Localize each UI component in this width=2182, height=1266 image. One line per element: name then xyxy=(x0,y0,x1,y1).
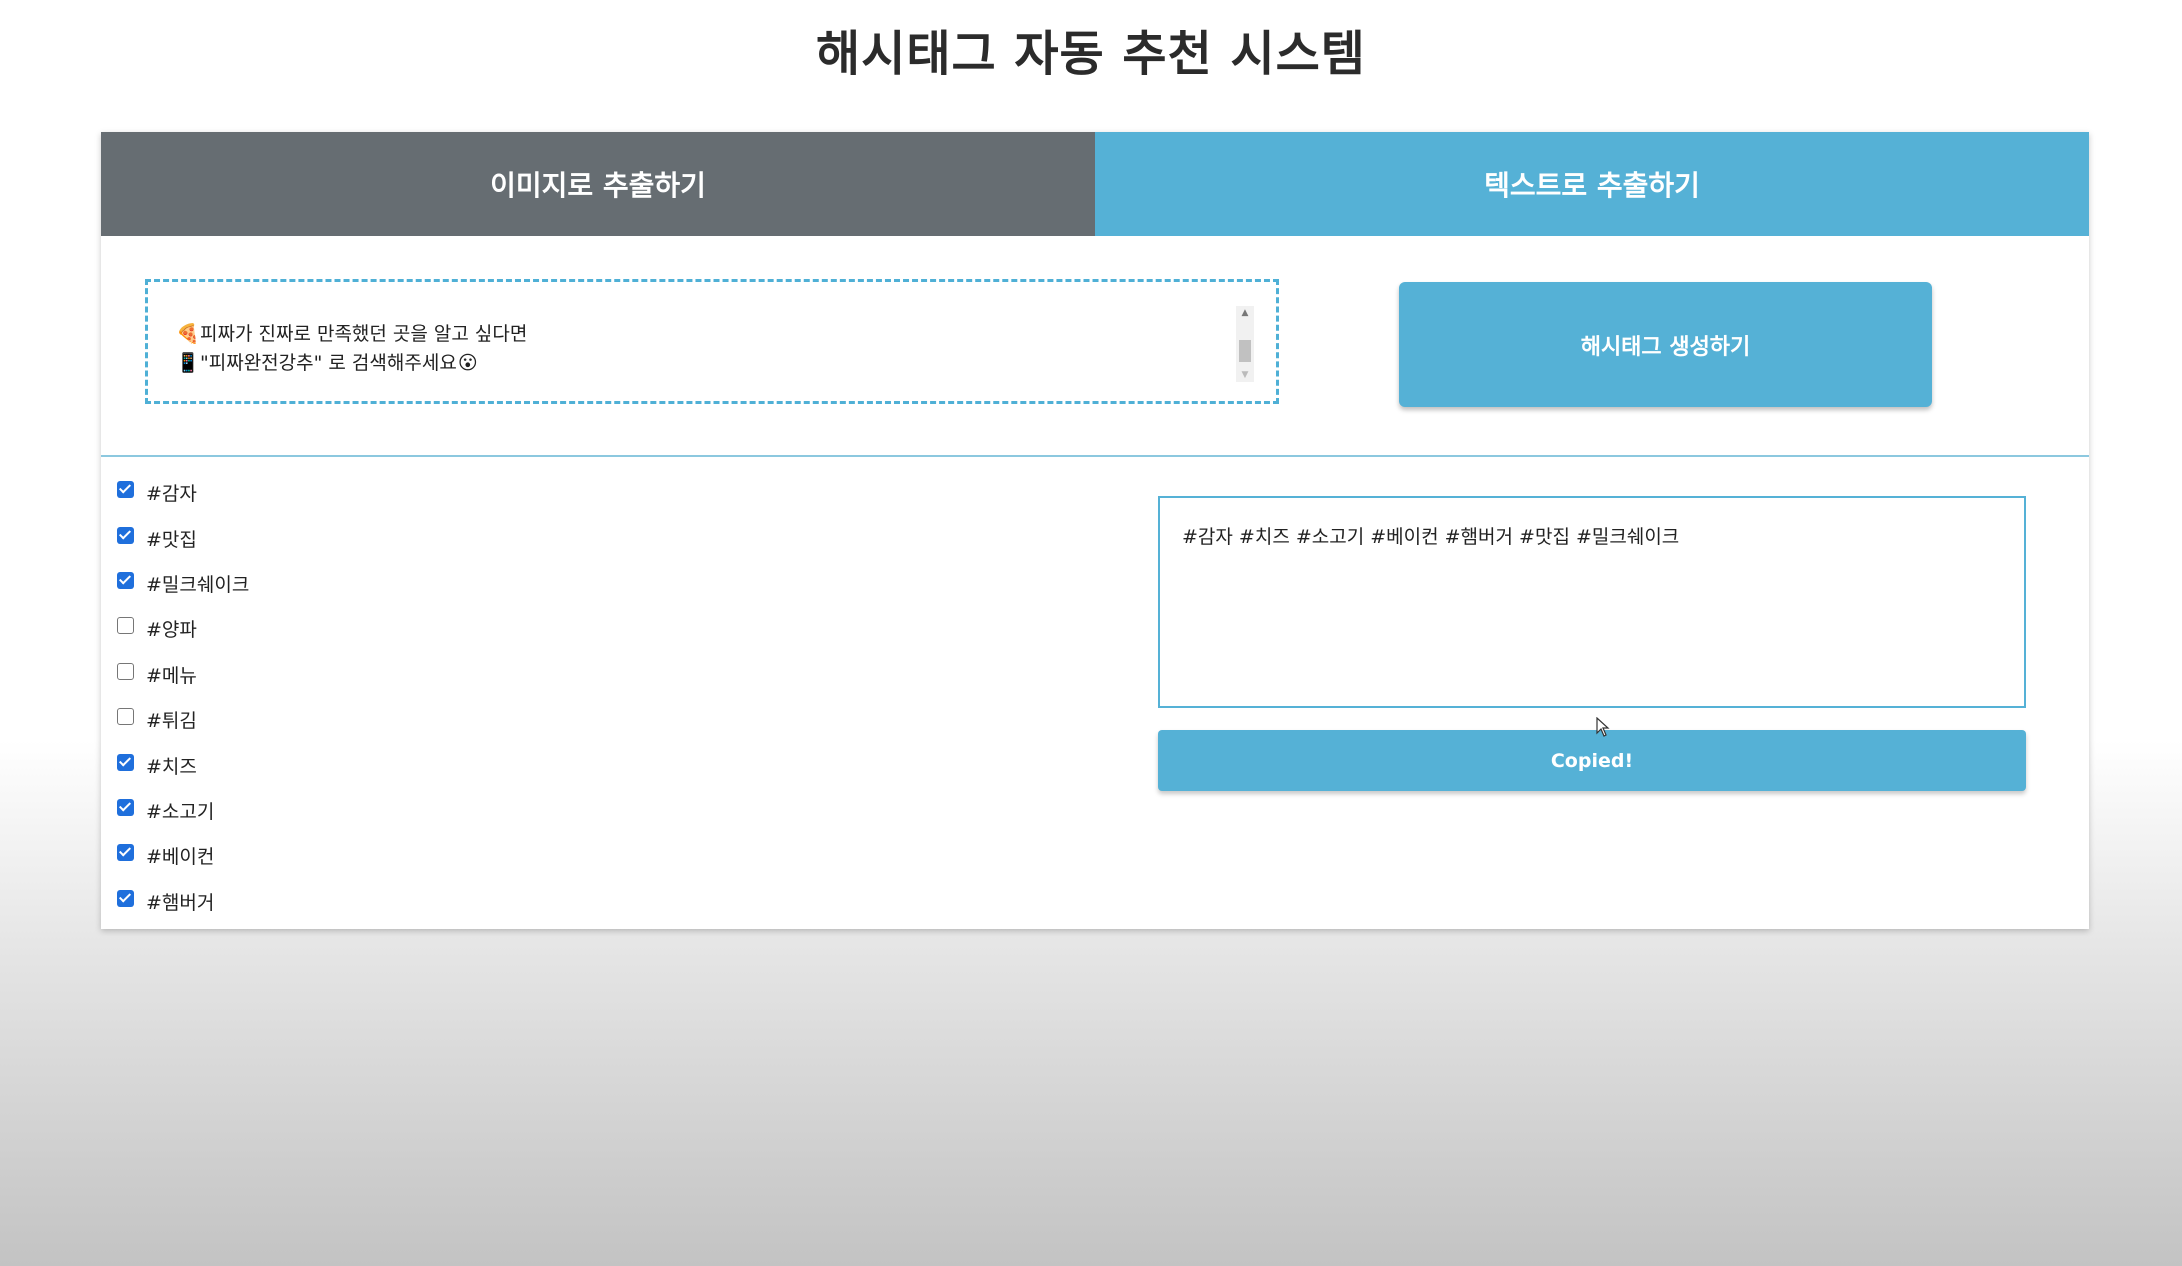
tag-checkbox[interactable] xyxy=(117,753,134,771)
text-line-1: 🍕피짜가 진짜로 만족했던 곳을 알고 싶다면 xyxy=(176,320,1216,349)
tag-label: #양파 xyxy=(146,619,197,642)
input-section: 🍕피짜가 진짜로 만족했던 곳을 알고 싶다면 📱"피짜완전강추" 로 검색해주… xyxy=(101,236,2089,457)
pizza-icon: 🍕 xyxy=(176,323,200,345)
tag-checkbox[interactable] xyxy=(117,798,134,816)
phone-icon: 📱 xyxy=(176,352,200,374)
scroll-down-arrow-icon[interactable]: ▼ xyxy=(1236,370,1254,380)
tag-item[interactable]: #튀김 xyxy=(117,697,249,742)
tag-item[interactable]: #치즈 xyxy=(117,742,249,787)
tag-item[interactable]: #감자 xyxy=(117,470,249,515)
tag-item[interactable]: #맛집 xyxy=(117,515,249,560)
tag-checkbox[interactable] xyxy=(117,617,134,635)
text-input[interactable]: 🍕피짜가 진짜로 만족했던 곳을 알고 싶다면 📱"피짜완전강추" 로 검색해주… xyxy=(145,279,1279,404)
tag-item[interactable]: #햄버거 xyxy=(117,879,249,924)
tag-checkbox[interactable] xyxy=(117,708,134,726)
text-line-2-content: "피짜완전강추" 로 검색해주세요 xyxy=(200,352,457,374)
tag-label: #메뉴 xyxy=(146,664,197,687)
hashtag-result-textarea[interactable]: #감자 #치즈 #소고기 #베이컨 #햄버거 #맛집 #밀크쉐이크 xyxy=(1158,496,2026,708)
tag-checkbox[interactable] xyxy=(117,844,134,862)
tag-label: #치즈 xyxy=(146,755,197,778)
tag-label: #맛집 xyxy=(146,528,197,551)
tag-label: #베이컨 xyxy=(146,846,215,869)
main-panel: 이미지로 추출하기 텍스트로 추출하기 🍕피짜가 진짜로 만족했던 곳을 알고 … xyxy=(101,132,2089,929)
scrollbar[interactable]: ▲ ▼ xyxy=(1236,306,1254,382)
scroll-up-arrow-icon[interactable]: ▲ xyxy=(1236,308,1254,318)
tag-label: #감자 xyxy=(146,483,197,506)
tab-text-extract[interactable]: 텍스트로 추출하기 xyxy=(1095,132,2089,236)
text-line-1-content: 피짜가 진짜로 만족했던 곳을 알고 싶다면 xyxy=(200,323,528,345)
tag-checkbox[interactable] xyxy=(117,481,134,499)
tag-item[interactable]: #밀크쉐이크 xyxy=(117,561,249,606)
text-line-2: 📱"피짜완전강추" 로 검색해주세요😮 xyxy=(176,349,1216,378)
copy-button[interactable]: Copied! xyxy=(1158,730,2026,791)
tag-checkbox[interactable] xyxy=(117,662,134,680)
tab-bar: 이미지로 추출하기 텍스트로 추출하기 xyxy=(101,132,2089,236)
surprised-face-icon: 😮 xyxy=(457,352,478,374)
tag-item[interactable]: #양파 xyxy=(117,606,249,651)
tab-image-extract[interactable]: 이미지로 추출하기 xyxy=(101,132,1095,236)
tag-item[interactable]: #베이컨 xyxy=(117,833,249,878)
tag-label: #밀크쉐이크 xyxy=(146,573,250,596)
mouse-cursor-icon xyxy=(1596,717,1610,737)
tag-checkbox[interactable] xyxy=(117,526,134,544)
tag-checkbox[interactable] xyxy=(117,571,134,589)
tag-list: #감자 #맛집 #밀크쉐이크 #양파 #메뉴 #튀김 #치즈 #소고기 #베이컨… xyxy=(117,470,249,924)
generate-hashtag-button[interactable]: 해시태그 생성하기 xyxy=(1399,282,1932,407)
page-title: 해시태그 자동 추천 시스템 xyxy=(816,26,1366,82)
scroll-thumb[interactable] xyxy=(1239,340,1251,362)
tag-checkbox[interactable] xyxy=(117,889,134,907)
tag-label: #소고기 xyxy=(146,800,215,823)
tag-item[interactable]: #메뉴 xyxy=(117,652,249,697)
tag-label: #튀김 xyxy=(146,710,197,733)
tag-item[interactable]: #소고기 xyxy=(117,788,249,833)
tag-label: #햄버거 xyxy=(146,891,215,914)
